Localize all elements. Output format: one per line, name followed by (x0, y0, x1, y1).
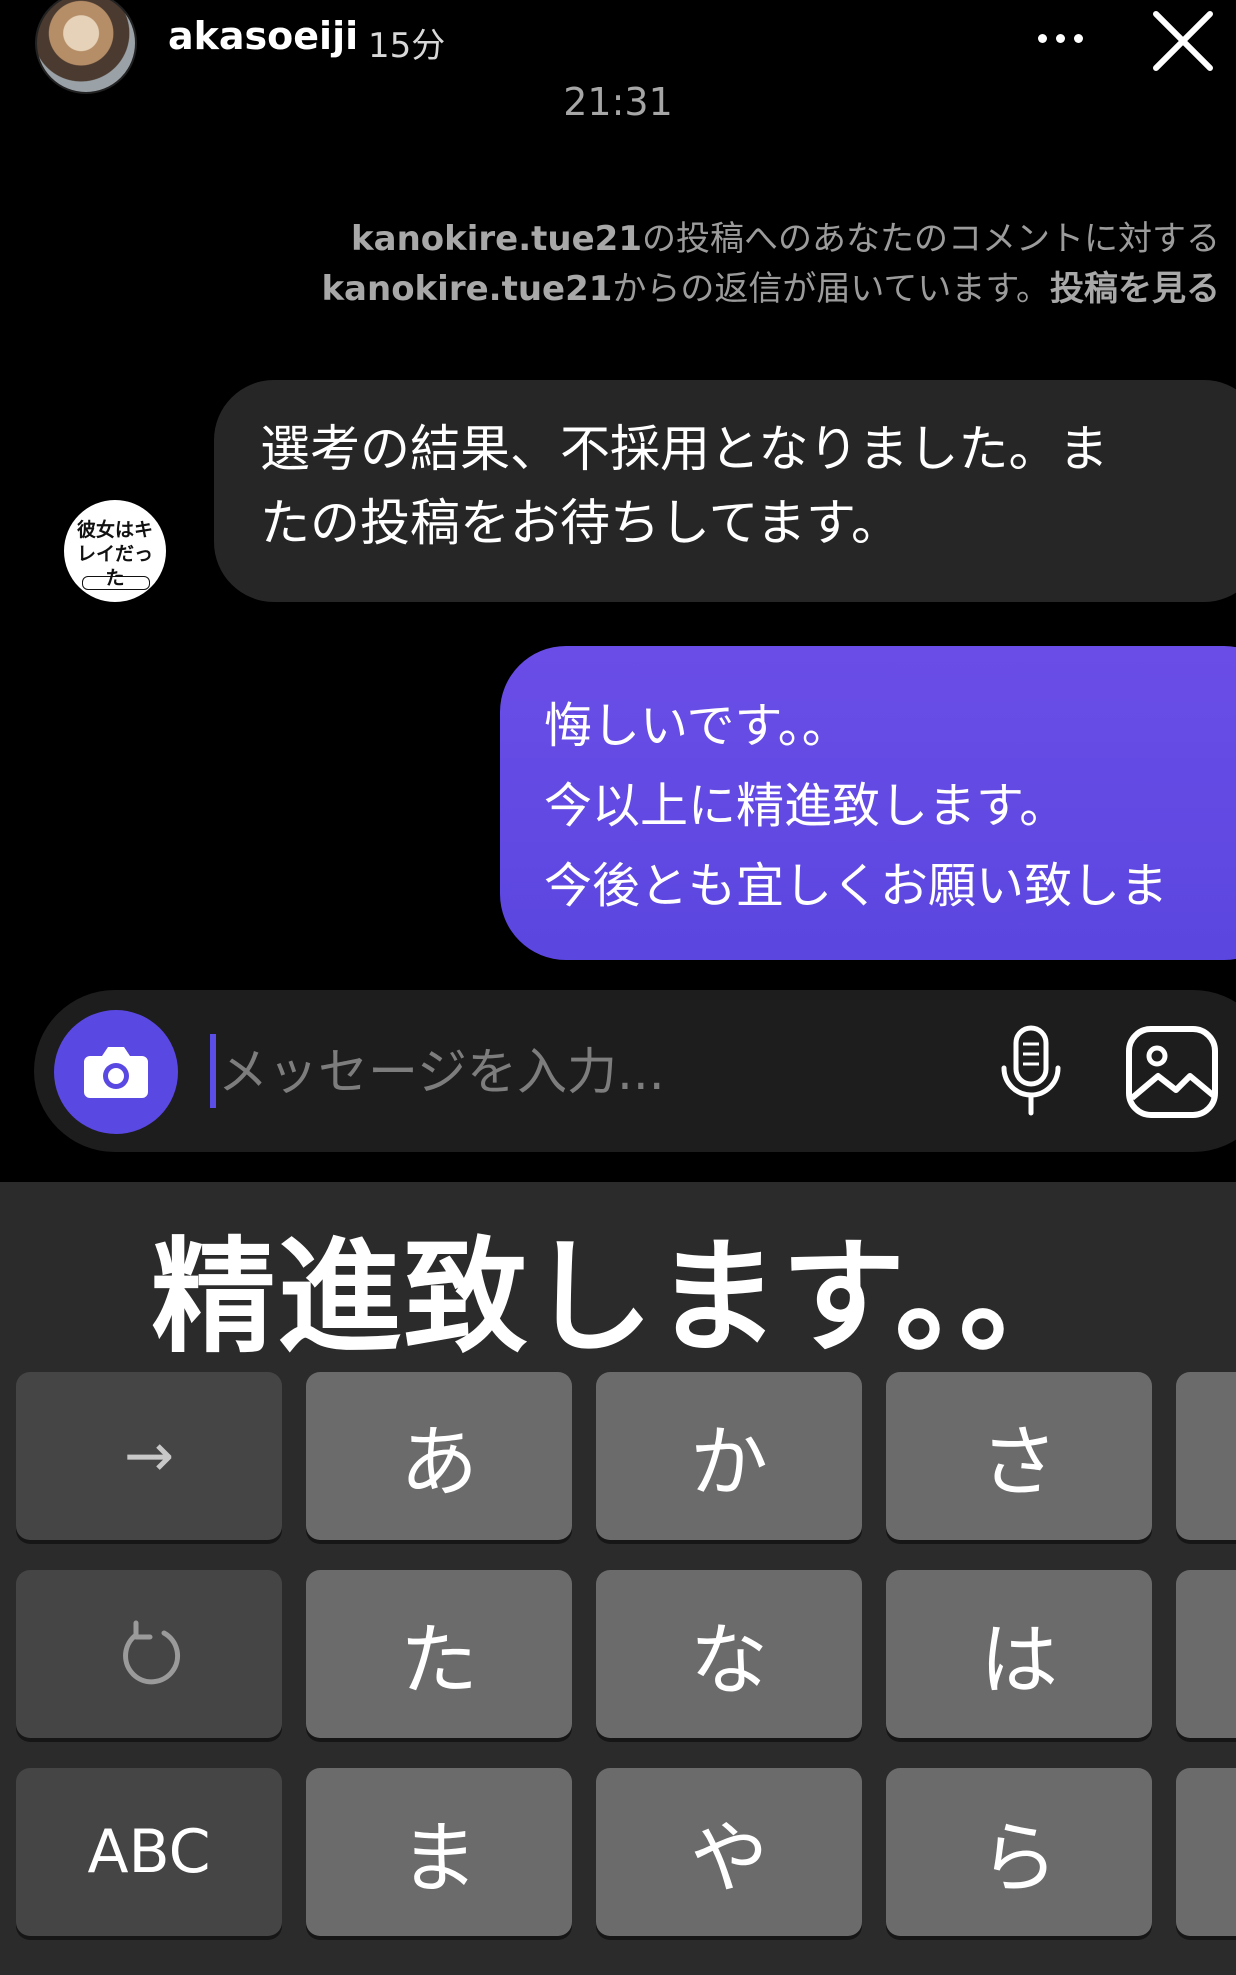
reply-notice: kanokire.tue21の投稿へのあなたのコメントに対する kanokire… (180, 214, 1220, 314)
key-sa[interactable]: さ (886, 1372, 1152, 1540)
outgoing-line-1: 悔しいです。。 (544, 698, 850, 754)
undo-key[interactable] (16, 1570, 282, 1738)
story-time-ago: 15分 (368, 26, 446, 66)
undo-icon (123, 1620, 181, 1685)
key-partial-3[interactable] (1176, 1768, 1236, 1936)
notice-text-2: からの返信が届いています。 (612, 269, 1050, 309)
chat-timestamp: 21:31 (563, 80, 673, 124)
key-ra[interactable]: ら (886, 1768, 1152, 1936)
microphone-icon[interactable] (996, 1024, 1066, 1120)
key-partial-1[interactable] (1176, 1372, 1236, 1540)
view-post-link[interactable]: 投稿を見る (1050, 269, 1220, 309)
notice-account[interactable]: kanokire.tue21 (351, 219, 642, 259)
notice-text-1: の投稿へのあなたのコメントに対する (642, 219, 1220, 259)
key-ka[interactable]: か (596, 1372, 862, 1540)
camera-button[interactable] (54, 1010, 178, 1134)
key-ya[interactable]: や (596, 1768, 862, 1936)
incoming-message-text: 選考の結果、不採用となりました。ま たの投稿をお待ちしてます。 (260, 412, 1220, 560)
arrow-right-icon: → (123, 1421, 175, 1491)
abc-key[interactable]: ABC (16, 1768, 282, 1936)
key-a[interactable]: あ (306, 1372, 572, 1540)
notice-account-2[interactable]: kanokire.tue21 (321, 269, 612, 309)
key-partial-2[interactable] (1176, 1570, 1236, 1738)
outgoing-message-bubble[interactable]: 悔しいです。。 今以上に精進致します。 今後とも宜しくお願い致しま (500, 646, 1236, 960)
gallery-icon[interactable] (1124, 1024, 1220, 1120)
outgoing-line-2: 今以上に精進致します。 (544, 778, 1068, 834)
key-ma[interactable]: ま (306, 1768, 572, 1936)
conversion-candidate[interactable]: 精進致します。。 (0, 1196, 1236, 1376)
camera-icon (84, 1047, 148, 1098)
incoming-line-2: たの投稿をお待ちしてます。 (260, 494, 901, 552)
more-icon[interactable] (1036, 18, 1086, 58)
message-input[interactable] (216, 1030, 980, 1114)
sender-avatar[interactable]: 彼女はキレイだった (64, 500, 166, 602)
key-ta[interactable]: た (306, 1570, 572, 1738)
close-icon[interactable] (1150, 8, 1216, 74)
incoming-line-1: 選考の結果、不採用となりました。ま (260, 420, 1109, 478)
outgoing-line-3: 今後とも宜しくお願い致しま (544, 858, 1169, 914)
key-na[interactable]: な (596, 1570, 862, 1738)
arrow-key[interactable]: → (16, 1372, 282, 1540)
story-username[interactable]: akasoeiji (168, 14, 358, 58)
sender-logo-badge (82, 576, 150, 590)
key-ha[interactable]: は (886, 1570, 1152, 1738)
